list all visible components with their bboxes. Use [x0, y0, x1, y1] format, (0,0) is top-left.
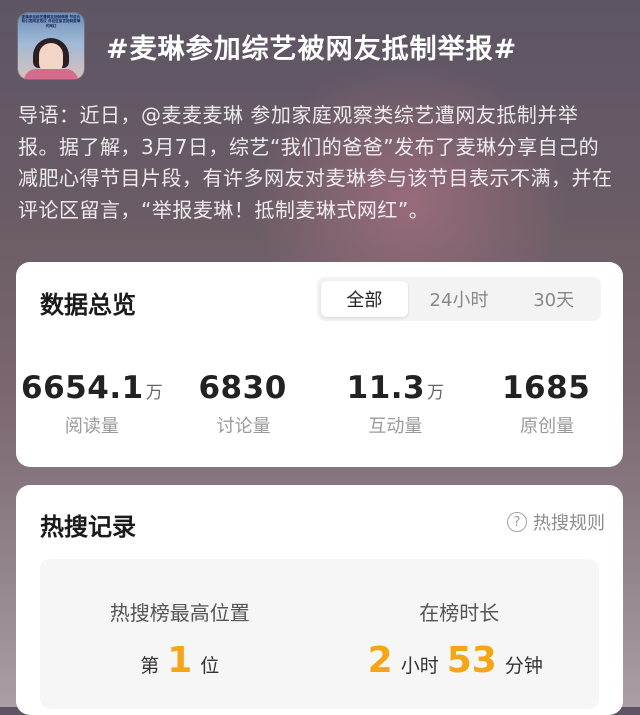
peak-position-block: 热搜榜最高位置 第 1 位 [40, 559, 320, 681]
duration-value: 2 小时 53 分钟 [320, 640, 600, 681]
stat-reads-unit: 万 [145, 383, 163, 403]
stat-originals-label: 原创量 [520, 416, 575, 437]
stat-reads-label: 阅读量 [64, 416, 119, 437]
question-circle-icon: ? [507, 512, 527, 532]
tab-30d[interactable]: 30天 [510, 281, 597, 317]
stat-discussions-value: 6830 [198, 370, 287, 406]
stat-discussions: 6830 讨论量 [168, 370, 320, 438]
duration-label: 在榜时长 [419, 601, 500, 625]
thumbnail-caption: 麦琳参加综艺遭网友抵制举报 节目片段引发网友热议 评论区留言抵制麦琳式网红 [21, 15, 81, 28]
tab-all[interactable]: 全部 [321, 281, 408, 317]
stat-reads: 6654.1 万 阅读量 [16, 370, 168, 438]
stat-originals-value: 1685 [501, 370, 591, 406]
duration-minutes: 53 [446, 640, 497, 681]
hot-search-rules-link[interactable]: ? 热搜规则 [507, 509, 605, 535]
time-range-segmented-control: 全部 24小时 30天 [317, 277, 601, 321]
topic-header: 麦琳参加综艺遭网友抵制举报 节目片段引发网友热议 评论区留言抵制麦琳式网红 #麦… [18, 10, 622, 82]
peak-prefix: 第 [140, 655, 160, 677]
peak-position-value: 第 1 位 [40, 640, 320, 681]
stats-row: 6654.1 万 阅读量 6830 讨论量 11.3 万 互动量 1685 原创量 [16, 370, 623, 438]
peak-suffix: 位 [200, 655, 220, 677]
thumbnail-shirt [24, 69, 78, 79]
hot-search-rules-label: 热搜规则 [533, 513, 605, 534]
stat-interactions-value: 11.3 [346, 370, 426, 406]
overview-title: 数据总览 [40, 291, 136, 319]
stat-reads-value: 6654.1 [21, 370, 144, 406]
hot-record-title: 热搜记录 [40, 513, 136, 541]
duration-hours-unit: 小时 [400, 655, 439, 677]
stat-interactions-unit: 万 [427, 383, 445, 403]
data-overview-card: 数据总览 全部 24小时 30天 6654.1 万 阅读量 6830 讨论量 11… [16, 262, 623, 467]
on-list-duration-block: 在榜时长 2 小时 53 分钟 [320, 559, 600, 681]
topic-thumbnail[interactable]: 麦琳参加综艺遭网友抵制举报 节目片段引发网友热议 评论区留言抵制麦琳式网红 [18, 13, 84, 79]
tab-24h[interactable]: 24小时 [416, 281, 503, 317]
stat-discussions-label: 讨论量 [216, 416, 271, 437]
peak-position-label: 热搜榜最高位置 [109, 601, 250, 625]
topic-lead-text: 导语：近日，@麦麦麦琳 参加家庭观察类综艺遭网友抵制并举报。据了解，3月7日，综… [18, 103, 613, 222]
duration-minutes-unit: 分钟 [504, 655, 543, 677]
hot-search-stats-box: 热搜榜最高位置 第 1 位 在榜时长 2 小时 53 分钟 [40, 559, 599, 709]
stat-originals: 1685 原创量 [471, 370, 623, 438]
hot-search-record-card: 热搜记录 ? 热搜规则 热搜榜最高位置 第 1 位 在榜时长 2 小时 53 分… [16, 485, 623, 715]
topic-title: #麦琳参加综艺被网友抵制举报# [106, 33, 518, 65]
stat-interactions: 11.3 万 互动量 [320, 370, 472, 438]
stat-interactions-label: 互动量 [368, 416, 423, 437]
peak-rank-number: 1 [167, 640, 193, 681]
duration-hours: 2 [367, 640, 393, 681]
